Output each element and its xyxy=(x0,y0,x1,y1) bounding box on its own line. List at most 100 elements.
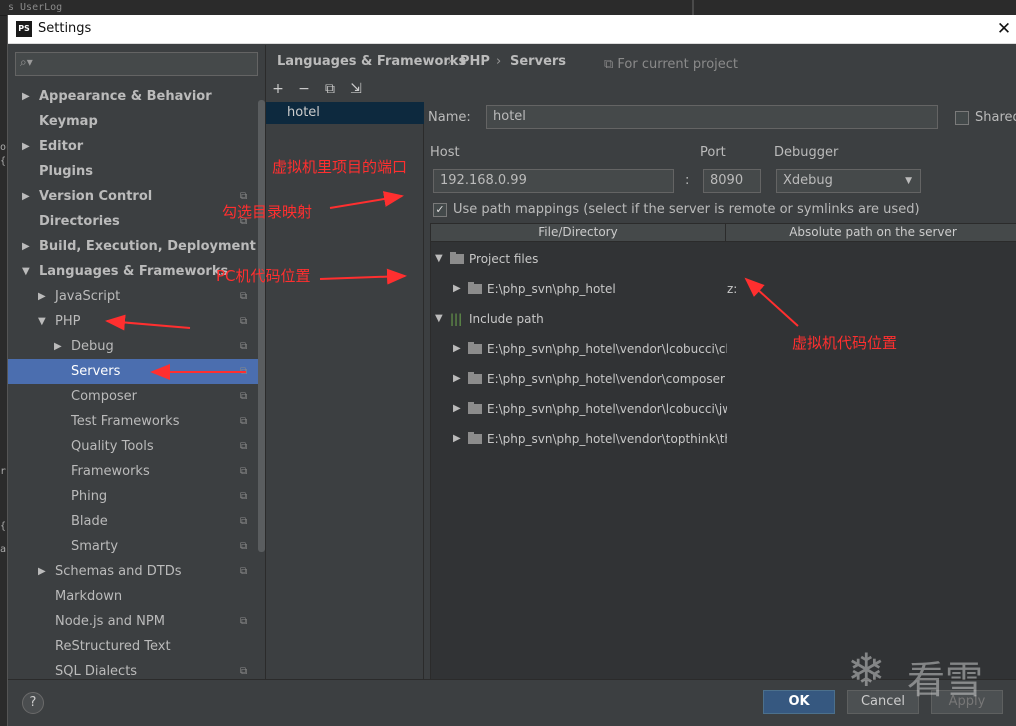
settings-tree-item[interactable]: ▶ Schemas and DTDs ⧉ xyxy=(8,559,258,584)
settings-tree-item-label: Node.js and NPM xyxy=(55,614,165,629)
settings-tree-item[interactable]: ▶ JavaScript ⧉ xyxy=(8,284,258,309)
expand-right-icon[interactable]: ▶ xyxy=(453,364,461,394)
expand-right-icon[interactable]: ▶ xyxy=(38,559,46,584)
mapping-group-row[interactable]: ▼ ||| Include path xyxy=(431,304,1016,334)
column-file-directory[interactable]: File/Directory xyxy=(431,224,725,242)
settings-tree-item[interactable]: Frameworks ⧉ xyxy=(8,459,258,484)
expand-right-icon[interactable]: ▶ xyxy=(54,334,62,359)
breadcrumb-item[interactable]: PHP xyxy=(460,54,490,69)
expand-right-icon[interactable]: ▶ xyxy=(453,424,461,454)
add-server-button[interactable]: + xyxy=(268,79,288,99)
ok-button[interactable]: OK xyxy=(763,690,835,714)
expand-right-icon[interactable]: ▶ xyxy=(38,284,46,309)
settings-tree-item[interactable]: Blade ⧉ xyxy=(8,509,258,534)
mapping-local-path: E:\php_svn\php_hotel\vendor\composer xyxy=(487,372,725,386)
settings-tree-item[interactable]: ▶ Version Control ⧉ xyxy=(8,184,258,209)
folder-icon xyxy=(468,342,482,354)
breadcrumb-item[interactable]: Servers xyxy=(510,54,566,69)
settings-tree-item[interactable]: ▼ PHP ⧉ xyxy=(8,309,258,334)
mappings-header: File/Directory Absolute path on the serv… xyxy=(431,224,1016,242)
settings-tree-item[interactable]: Servers ⧉ xyxy=(8,359,258,384)
settings-tree-item[interactable]: Test Frameworks ⧉ xyxy=(8,409,258,434)
help-button[interactable]: ? xyxy=(22,692,44,714)
settings-tree-item[interactable]: Keymap xyxy=(8,109,258,134)
expand-down-icon[interactable]: ▼ xyxy=(22,259,30,284)
expand-right-icon[interactable]: ▶ xyxy=(453,394,461,424)
debugger-select[interactable]: Xdebug ▼ xyxy=(776,169,921,193)
settings-tree-item[interactable]: Markdown xyxy=(8,584,258,609)
settings-tree-item-label: Debug xyxy=(71,339,114,354)
expand-right-icon[interactable]: ▶ xyxy=(453,334,461,364)
mapping-row[interactable]: ▶ E:\php_svn\php_hotel\vendor\lcobucci\cl… xyxy=(431,334,1016,364)
project-scope-icon: ⧉ xyxy=(240,466,248,477)
expand-down-icon[interactable]: ▼ xyxy=(38,309,46,334)
servers-toolbar: + − ⧉ ⇲ xyxy=(266,77,424,102)
search-input[interactable] xyxy=(38,54,253,74)
host-field[interactable]: 192.168.0.99 xyxy=(433,169,674,193)
name-label: Name: xyxy=(428,110,471,125)
settings-tree-item-label: Directories xyxy=(39,214,120,229)
annotation-port-note: 虚拟机里项目的端口 xyxy=(272,158,408,176)
column-server-path[interactable]: Absolute path on the server xyxy=(726,224,1016,242)
annotation-vm-note: 虚拟机代码位置 xyxy=(792,334,898,352)
background-editor-divider xyxy=(692,0,694,16)
expand-right-icon[interactable]: ▶ xyxy=(22,134,30,159)
snowflake-icon: ❄ xyxy=(847,643,886,697)
folder-icon xyxy=(468,372,482,384)
settings-tree-item[interactable]: ▶ Appearance & Behavior xyxy=(8,84,258,109)
port-field[interactable]: 8090 xyxy=(703,169,761,193)
title-bar[interactable]: PS Settings ✕ xyxy=(8,15,1016,44)
settings-tree-item-label: PHP xyxy=(55,314,81,329)
mapping-row[interactable]: ▶ E:\php_svn\php_hotel z: xyxy=(431,274,1016,304)
settings-tree-item-label: Markdown xyxy=(55,589,123,604)
mapping-row[interactable]: ▶ E:\php_svn\php_hotel\vendor\composer xyxy=(431,364,1016,394)
breadcrumb-item[interactable]: Languages & Frameworks xyxy=(277,54,466,69)
settings-tree-item[interactable]: ▶ Debug ⧉ xyxy=(8,334,258,359)
settings-tree-item-label: Blade xyxy=(71,514,108,529)
mapping-local-path: E:\php_svn\php_hotel xyxy=(487,282,616,296)
settings-tree-item[interactable]: Smarty ⧉ xyxy=(8,534,258,559)
settings-tree-item-label: Languages & Frameworks xyxy=(39,264,229,279)
expand-right-icon[interactable]: ▶ xyxy=(22,84,30,109)
settings-tree-item[interactable]: Plugins xyxy=(8,159,258,184)
sidebar-scrollbar[interactable] xyxy=(258,100,265,552)
name-field[interactable]: hotel xyxy=(486,105,938,129)
expand-right-icon[interactable]: ▶ xyxy=(22,234,30,259)
background-editor-strip: s UserLog xyxy=(0,0,1016,16)
settings-tree-item-label: Servers xyxy=(71,364,121,379)
search-icon: ⌕▾ xyxy=(20,55,33,69)
server-item-hotel[interactable]: hotel xyxy=(266,102,424,124)
copy-server-button[interactable]: ⧉ xyxy=(320,79,340,99)
path-mappings-checkbox[interactable]: ✓ xyxy=(433,203,447,217)
library-icon: ||| xyxy=(450,312,463,326)
settings-tree-item[interactable]: Composer ⧉ xyxy=(8,384,258,409)
project-scope-icon: ⧉ xyxy=(240,616,248,627)
expand-right-icon[interactable]: ▶ xyxy=(22,184,30,209)
project-scope-text: For current project xyxy=(617,57,739,72)
shared-checkbox[interactable] xyxy=(955,111,969,125)
expand-right-icon[interactable]: ▶ xyxy=(453,274,461,304)
expand-down-icon[interactable]: ▼ xyxy=(435,304,443,334)
settings-tree-item[interactable]: Quality Tools ⧉ xyxy=(8,434,258,459)
mapping-row[interactable]: ▶ E:\php_svn\php_hotel\vendor\topthink\th… xyxy=(431,424,1016,454)
settings-tree-item[interactable]: Phing ⧉ xyxy=(8,484,258,509)
breadcrumb-separator: › xyxy=(496,54,502,69)
close-button[interactable]: ✕ xyxy=(992,17,1016,41)
project-scope-icon: ⧉ xyxy=(240,366,248,377)
settings-tree-item[interactable]: ReStructured Text xyxy=(8,634,258,659)
gutter-char: r xyxy=(0,466,7,477)
mapping-row[interactable]: ▶ E:\php_svn\php_hotel\vendor\lcobucci\jw… xyxy=(431,394,1016,424)
settings-tree-item[interactable]: Directories ⧉ xyxy=(8,209,258,234)
remove-server-button[interactable]: − xyxy=(294,79,314,99)
settings-tree-item[interactable]: ▶ Build, Execution, Deployment xyxy=(8,234,258,259)
debugger-value: Xdebug xyxy=(783,173,833,188)
settings-tree-item-label: Plugins xyxy=(39,164,93,179)
settings-search[interactable]: ⌕▾ xyxy=(15,52,258,76)
settings-tree-item-label: Test Frameworks xyxy=(71,414,180,429)
mapping-group-row[interactable]: ▼ Project files xyxy=(431,244,1016,274)
settings-tree-item[interactable]: Node.js and NPM ⧉ xyxy=(8,609,258,634)
settings-tree-item[interactable]: ▶ Editor xyxy=(8,134,258,159)
mapping-server-path[interactable]: z: xyxy=(727,274,737,304)
expand-down-icon[interactable]: ▼ xyxy=(435,244,443,274)
import-server-button[interactable]: ⇲ xyxy=(346,79,366,99)
